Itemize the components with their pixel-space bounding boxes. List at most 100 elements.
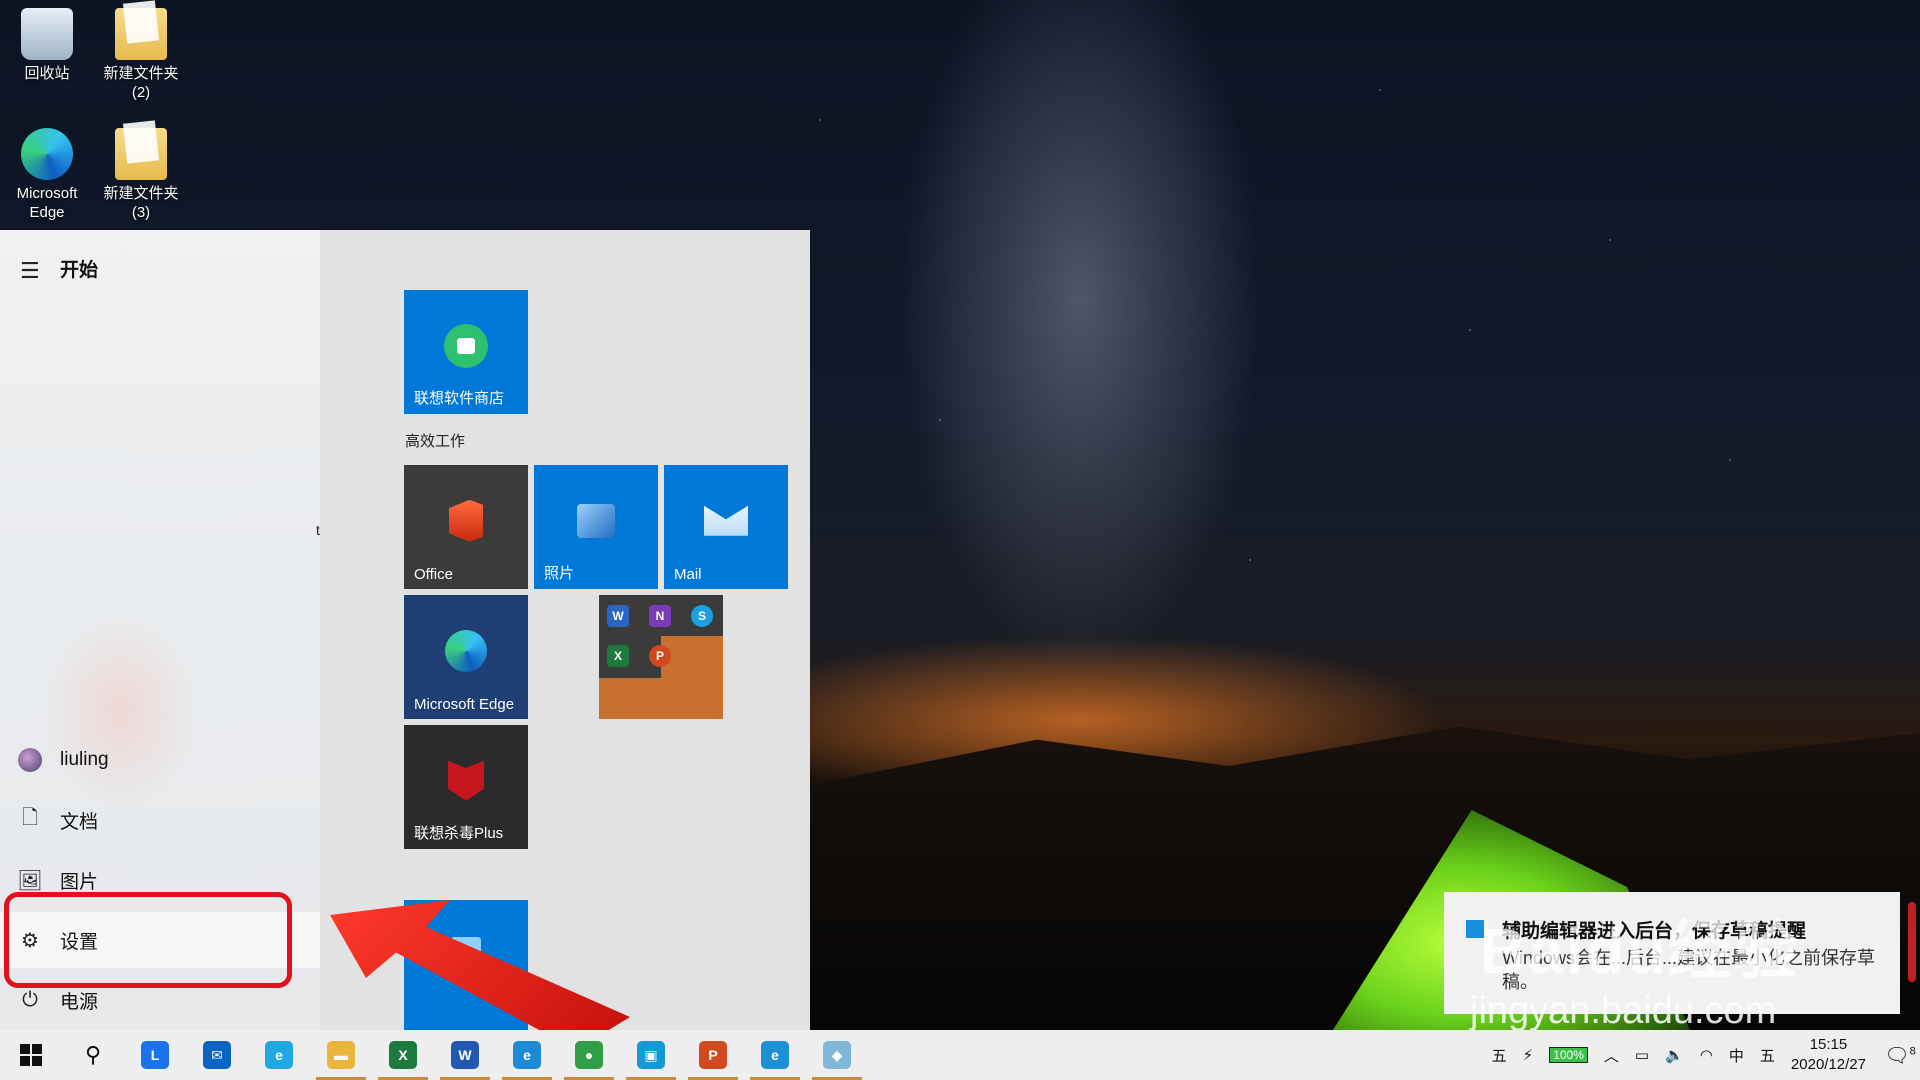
volume-icon[interactable]: 🔈 <box>1665 1046 1684 1064</box>
screen-app-icon: ▣ <box>637 1041 665 1069</box>
tile-office[interactable]: Office <box>404 465 528 589</box>
tile-label: Microsoft Edge <box>414 696 515 713</box>
taskbar-app-button[interactable]: W <box>434 1030 496 1080</box>
tile-label: Office <box>414 566 453 583</box>
desktop-icon-folder-2[interactable]: 新建文件夹 (2) <box>96 8 186 102</box>
tile-folder-accent <box>661 636 723 719</box>
start-button[interactable] <box>0 1030 62 1080</box>
mail-envelope-icon <box>704 505 748 536</box>
skype-mini-icon: S <box>691 605 713 627</box>
mcafee-shield-icon <box>448 760 484 801</box>
tile-group-label: 高效工作 <box>405 433 466 450</box>
document-icon: 🗋 <box>21 807 39 829</box>
folder-icon <box>115 128 167 180</box>
battery-indicator[interactable]: 100% <box>1549 1047 1588 1063</box>
watermark-url: jingyan.baidu.com <box>1470 990 1777 1032</box>
photos-icon <box>577 503 615 538</box>
ime-mode-indicator[interactable]: 五 <box>1492 1045 1507 1066</box>
ime-language-indicator[interactable]: 中 <box>1729 1045 1744 1066</box>
hamburger-menu-icon[interactable]: ☰ <box>20 258 40 284</box>
word-mini-icon: W <box>607 605 629 627</box>
desktop-icon-label: Microsoft Edge <box>16 185 78 221</box>
watermark-logo: Baidu经验 <box>1480 915 1800 987</box>
taskbar: ⚲ L ✉ e ▬ X We ● ▣ Pe ◆ 五 ⚡ 100% ︿ ▭ 🔈 ◠ 中 五 15:1… <box>0 1030 1920 1080</box>
search-button[interactable]: ⚲ <box>62 1030 124 1080</box>
folder-icon <box>115 8 167 60</box>
user-avatar <box>18 748 42 772</box>
ie-icon: e <box>761 1041 789 1069</box>
tile-label: 照片 <box>544 565 575 582</box>
taskbar-app-button[interactable]: ▣ <box>620 1030 682 1080</box>
search-icon: ⚲ <box>84 1042 102 1067</box>
desktop-icon-folder-3[interactable]: 新建文件夹 (3) <box>96 128 186 222</box>
excel-mini-icon: X <box>607 645 629 667</box>
powerpoint-icon: P <box>699 1041 727 1069</box>
start-menu-left-pane: ☰ 开始 liuling 🗋 文档 🖼 图片 ⚙ 设置 ⏻ 电源 te <box>0 230 328 1030</box>
start-item-label: 图片 <box>60 871 99 893</box>
taskbar-app-button[interactable]: P <box>682 1030 744 1080</box>
clock-time: 15:15 <box>1809 1036 1848 1053</box>
desktop-icon-label: 新建文件夹 (2) <box>103 65 179 101</box>
tile-folder-accent <box>599 678 661 719</box>
windows-logo-icon <box>20 1044 42 1066</box>
taskbar-app-button[interactable]: ▬ <box>310 1030 372 1080</box>
taskbar-app-button[interactable]: e <box>248 1030 310 1080</box>
battery-icon[interactable]: ▭ <box>1635 1046 1649 1064</box>
start-item-label: liuling <box>60 749 109 770</box>
taskbar-app-button[interactable]: ● <box>558 1030 620 1080</box>
system-tray: 五 ⚡ 100% ︿ ▭ 🔈 ◠ 中 五 15:15 2020/12/27 🗨8 <box>1484 1030 1920 1080</box>
taskbar-app-button[interactable]: e <box>496 1030 558 1080</box>
action-center-button[interactable]: 🗨8 <box>1880 1043 1920 1068</box>
notification-icon: 🗨 <box>1884 1044 1910 1067</box>
charging-icon: ⚡ <box>1522 1047 1534 1064</box>
office-logo-icon <box>449 499 483 542</box>
tile-office-apps-folder[interactable]: W N S X P <box>599 595 723 719</box>
edge-taskbar-icon: e <box>513 1041 541 1069</box>
store-bag-icon <box>444 323 488 368</box>
mail-app-icon: ✉ <box>203 1041 231 1069</box>
chrome-icon: ● <box>575 1041 603 1069</box>
start-item-documents[interactable]: 🗋 文档 <box>0 792 320 848</box>
tile-mail[interactable]: Mail <box>664 465 788 589</box>
word-icon: W <box>451 1041 479 1069</box>
taskbar-app-button[interactable]: L <box>124 1030 186 1080</box>
ime-input-indicator[interactable]: 五 <box>1760 1045 1775 1066</box>
power-icon: ⏻ <box>22 988 38 1011</box>
file-explorer-icon: ▬ <box>327 1041 355 1069</box>
clock-date: 2020/12/27 <box>1790 1056 1866 1073</box>
desktop-icon-label: 回收站 <box>24 65 70 82</box>
toast-scroll-indicator <box>1908 902 1916 982</box>
start-item-label: 电源 <box>60 991 99 1013</box>
edge-icon <box>21 128 73 180</box>
taskbar-app-button[interactable]: X <box>372 1030 434 1080</box>
chevron-up-icon[interactable]: ︿ <box>1604 1045 1619 1066</box>
tile-lenovo-antivirus[interactable]: 联想杀毒Plus <box>404 725 528 849</box>
taskbar-clock[interactable]: 15:15 2020/12/27 <box>1791 1035 1866 1075</box>
tile-label: 联想杀毒Plus <box>414 825 504 842</box>
desktop-icon-edge[interactable]: Microsoft Edge <box>2 128 92 222</box>
taskbar-pinned-apps: L ✉ e ▬ X We ● ▣ Pe ◆ <box>124 1030 868 1080</box>
tile-photos[interactable]: 照片 <box>534 465 658 589</box>
tile-label: 联想软件商店 <box>414 390 505 407</box>
taskbar-app-button[interactable]: ✉ <box>186 1030 248 1080</box>
pictures-icon: 🖼 <box>17 869 43 892</box>
wifi-icon[interactable]: ◠ <box>1700 1046 1713 1064</box>
lenovo-l-icon: L <box>141 1041 169 1069</box>
browser-e-icon: e <box>265 1041 293 1069</box>
tile-lenovo-store[interactable]: 联想软件商店 <box>404 290 528 414</box>
powerpoint-mini-icon: P <box>649 645 671 667</box>
start-item-user[interactable]: liuling <box>0 732 320 788</box>
start-item-label: 文档 <box>60 811 99 833</box>
desktop-icon-recycle-bin[interactable]: 回收站 <box>2 8 92 83</box>
excel-icon: X <box>389 1041 417 1069</box>
taskbar-app-button[interactable]: e <box>744 1030 806 1080</box>
desktop-icon-label: 新建文件夹 (3) <box>103 185 179 221</box>
onenote-mini-icon: N <box>649 605 671 627</box>
tile-microsoft-edge[interactable]: Microsoft Edge <box>404 595 528 719</box>
notification-count: 8 <box>1909 1044 1916 1057</box>
tile-label: Mail <box>674 566 702 583</box>
recycle-bin-icon <box>21 8 73 60</box>
settings-highlight-box <box>4 892 292 988</box>
taskbar-app-button[interactable]: ◆ <box>806 1030 868 1080</box>
notes-app-icon: ◆ <box>823 1041 851 1069</box>
